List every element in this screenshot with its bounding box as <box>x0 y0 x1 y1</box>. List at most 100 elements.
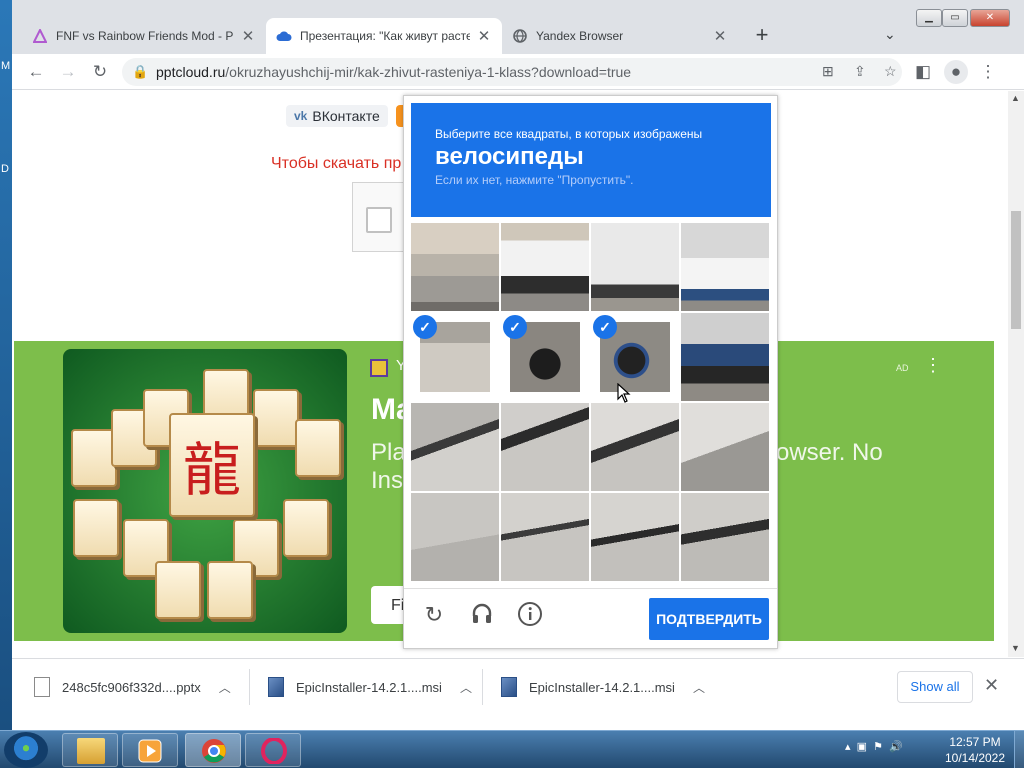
desktop-letter: M <box>1 60 11 72</box>
media-player-icon <box>137 738 165 764</box>
close-icon[interactable]: ✕ <box>712 27 728 45</box>
download-filename: 248c5fc906f332d....pptx <box>62 679 201 695</box>
profile-avatar-icon[interactable]: ● <box>944 60 968 84</box>
captcha-tile[interactable] <box>681 493 769 581</box>
desktop-letter: D <box>1 163 9 175</box>
address-bar[interactable]: 🔒 pptcloud.ru/okruzhayushchij-mir/kak-zh… <box>122 58 902 86</box>
tab-search-chevron-icon[interactable]: ⌄ <box>884 26 896 43</box>
scrollbar-thumb[interactable] <box>1011 211 1021 329</box>
captcha-tile[interactable] <box>591 223 679 311</box>
document-icon <box>34 677 50 697</box>
captcha-tile[interactable]: ✓ <box>591 313 679 401</box>
close-window-button[interactable]: ✕ <box>970 9 1010 27</box>
new-tab-button[interactable]: + <box>750 24 774 48</box>
ad-menu-icon[interactable]: ⋮ <box>924 355 942 376</box>
captcha-tile[interactable] <box>591 493 679 581</box>
captcha-hint: Если их нет, нажмите "Пропустить". <box>435 173 634 187</box>
menu-kebab-icon[interactable]: ⋮ <box>976 60 1000 84</box>
captcha-tile[interactable] <box>411 403 499 491</box>
chevron-up-icon[interactable]: ︿ <box>460 679 472 696</box>
close-icon[interactable]: ✕ <box>240 27 256 45</box>
advertiser-logo-icon <box>370 359 388 377</box>
captcha-target: велосипеды <box>435 143 584 170</box>
reload-icon[interactable]: ↻ <box>88 60 112 84</box>
browser-toolbar: ← → ↻ 🔒 pptcloud.ru/okruzhayushchij-mir/… <box>12 54 1024 90</box>
clock-date: 10/14/2022 <box>944 751 1006 765</box>
tab-fnf[interactable]: FNF vs Rainbow Friends Mod - Pl ✕ <box>22 18 266 54</box>
show-all-button[interactable]: Show all <box>897 671 973 703</box>
tab-strip: FNF vs Rainbow Friends Mod - Pl ✕ Презен… <box>12 0 1024 54</box>
mouse-cursor-icon <box>617 382 631 408</box>
captcha-tile[interactable] <box>681 223 769 311</box>
download-item[interactable]: EpicInstaller-14.2.1....msi ︿ <box>268 673 472 701</box>
chevron-up-icon[interactable]: ︿ <box>693 679 705 696</box>
forward-arrow-icon[interactable]: → <box>56 60 80 84</box>
headphones-icon[interactable] <box>468 601 496 629</box>
desktop-background: M D <box>0 0 12 730</box>
checkmark-icon: ✓ <box>503 315 527 339</box>
scroll-up-icon[interactable]: ▲ <box>1011 93 1020 103</box>
captcha-tile[interactable] <box>411 223 499 311</box>
captcha-header: Выберите все квадраты, в которых изображ… <box>411 103 771 217</box>
captcha-tile[interactable] <box>591 403 679 491</box>
taskbar-explorer[interactable] <box>62 733 118 767</box>
captcha-tile[interactable]: ✓ <box>501 313 589 401</box>
download-filename: EpicInstaller-14.2.1....msi <box>296 679 442 695</box>
maximize-button[interactable]: ▭ <box>942 9 968 27</box>
captcha-challenge: Выберите все квадраты, в которых изображ… <box>403 95 778 649</box>
vk-share-button[interactable]: vk ВКонтакте <box>286 105 388 127</box>
ad-label: AD <box>896 363 909 373</box>
clock[interactable]: 12:57 PM 10/14/2022 <box>940 734 1010 766</box>
triangle-icon <box>32 28 48 44</box>
url-text: pptcloud.ru/okruzhayushchij-mir/kak-zhiv… <box>156 64 632 80</box>
tab-yandex[interactable]: Yandex Browser ✕ <box>502 18 738 54</box>
chevron-up-icon[interactable]: ︿ <box>219 679 231 696</box>
tab-title: Презентация: "Как живут расте <box>300 29 470 43</box>
download-filename: EpicInstaller-14.2.1....msi <box>529 679 675 695</box>
back-arrow-icon[interactable]: ← <box>24 60 48 84</box>
page-scrollbar[interactable]: ▲ ▼ <box>1008 91 1024 657</box>
opera-icon <box>260 737 288 765</box>
vk-label: ВКонтакте <box>312 108 380 124</box>
tab-presentation[interactable]: Презентация: "Как живут расте ✕ <box>266 18 502 54</box>
captcha-tile[interactable] <box>681 313 769 401</box>
download-item[interactable]: 248c5fc906f332d....pptx ︿ <box>34 673 231 701</box>
ad-description-right: owser. No <box>776 439 883 466</box>
recaptcha-checkbox[interactable] <box>366 207 392 233</box>
taskbar-opera[interactable] <box>245 733 301 767</box>
close-icon[interactable]: ✕ <box>984 675 999 696</box>
checkmark-icon: ✓ <box>413 315 437 339</box>
captcha-tile[interactable] <box>501 223 589 311</box>
scroll-down-icon[interactable]: ▼ <box>1011 643 1020 653</box>
captcha-image-grid: ✓ ✓ ✓ <box>411 223 770 582</box>
show-desktop-button[interactable] <box>1014 731 1024 768</box>
captcha-tile[interactable] <box>411 493 499 581</box>
tab-title: FNF vs Rainbow Friends Mod - Pl <box>56 29 234 43</box>
clock-time: 12:57 PM <box>949 735 1001 749</box>
captcha-tile[interactable] <box>681 403 769 491</box>
globe-icon <box>512 28 528 44</box>
info-icon[interactable] <box>516 601 544 629</box>
minimize-button[interactable]: ▁ <box>916 9 942 27</box>
download-prompt: Чтобы скачать пр <box>271 155 402 172</box>
captcha-tile[interactable]: ✓ <box>411 313 499 401</box>
captcha-tile[interactable] <box>501 493 589 581</box>
share-icon[interactable]: ⇪ <box>854 63 866 80</box>
bookmark-star-icon[interactable]: ☆ <box>884 63 897 80</box>
start-button[interactable] <box>4 732 48 768</box>
captcha-instruction: Выберите все квадраты, в которых изображ… <box>435 127 703 141</box>
download-item[interactable]: EpicInstaller-14.2.1....msi ︿ <box>501 673 705 701</box>
chrome-icon <box>200 738 228 764</box>
cloud-icon <box>276 28 292 44</box>
captcha-tile[interactable] <box>501 403 589 491</box>
taskbar-media-player[interactable] <box>122 733 178 767</box>
side-panel-icon[interactable]: ◧ <box>911 60 935 84</box>
download-shelf: 248c5fc906f332d....pptx ︿ EpicInstaller-… <box>12 658 1024 716</box>
system-tray[interactable]: ▴ ▣ ⚑ 🔊 <box>845 740 903 753</box>
verify-button[interactable]: ПОДТВЕРДИТЬ <box>649 598 769 640</box>
installer-icon <box>268 677 284 697</box>
taskbar-chrome[interactable] <box>185 733 241 767</box>
translate-icon[interactable]: ⊞ <box>822 63 834 80</box>
reload-icon[interactable]: ↻ <box>420 601 448 629</box>
close-icon[interactable]: ✕ <box>476 27 492 45</box>
